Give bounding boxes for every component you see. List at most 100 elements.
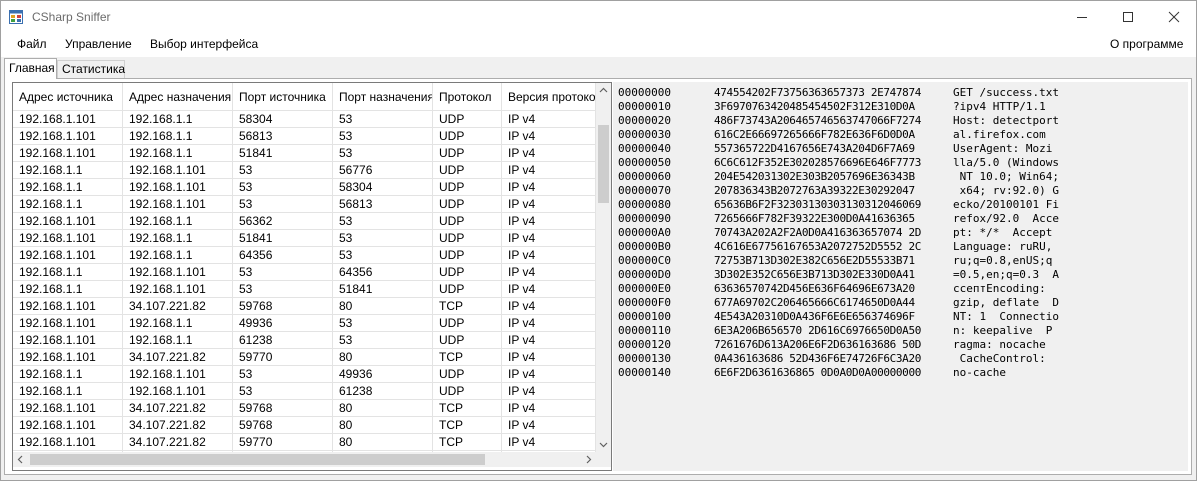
hex-offset: 000000E0 — [618, 282, 671, 295]
horizontal-scrollbar[interactable] — [13, 452, 596, 467]
column-header[interactable]: Адрес назначения — [123, 83, 233, 111]
table-cell: 192.168.1.101 — [123, 162, 233, 179]
table-row[interactable]: 192.168.1.1 192.168.1.101 53 61238 UDP IP v4 — [13, 383, 596, 400]
hex-dump-view[interactable]: 00000000 474554202F73756363657373 2E74787… — [613, 82, 1188, 471]
hex-offset: 00000130 — [618, 352, 671, 365]
table-cell: 34.107.221.82 — [123, 298, 233, 315]
minimize-button[interactable] — [1059, 1, 1105, 33]
table-cell: 34.107.221.82 — [123, 349, 233, 366]
packet-grid[interactable]: Адрес источника Адрес назначения Порт исто… — [12, 82, 612, 471]
table-cell: UDP — [433, 332, 502, 349]
hex-bytes: 6E6F2D6361636865 0D0A0D0A00000000 — [714, 366, 921, 379]
scroll-left-icon[interactable] — [17, 455, 23, 464]
table-row[interactable]: 192.168.1.10134.107.221.825977080TCPIP v… — [13, 349, 596, 366]
table-row[interactable]: 192.168.1.1 192.168.1.101 53 56813 UDP IP v4 — [13, 196, 596, 213]
column-header[interactable]: Протокол — [433, 83, 502, 111]
vertical-scroll-thumb[interactable] — [598, 125, 609, 203]
table-row[interactable]: 192.168.1.101 192.168.1.1 51841 53 UDP IP v4 — [13, 230, 596, 247]
table-cell: 53 — [233, 162, 333, 179]
hex-offset: 000000A0 — [618, 226, 671, 239]
hex-ascii: Language: ruRU, — [953, 240, 1053, 253]
table-cell: 49936 — [333, 366, 433, 383]
hex-offset: 00000070 — [618, 184, 671, 197]
table-cell: 59768 — [233, 417, 333, 434]
table-row[interactable]: 192.168.1.1 192.168.1.101 53 51841 UDP IP v4 — [13, 281, 596, 298]
table-cell: 51841 — [233, 145, 333, 162]
table-cell: UDP — [433, 264, 502, 281]
close-button[interactable] — [1151, 1, 1196, 33]
table-row[interactable]: 192.168.1.101 34.107.221.82 59768 80 TCP IP v… — [13, 400, 596, 417]
table-cell: UDP — [433, 179, 502, 196]
hex-bytes: 3F6970763420485454502F312E310D0A — [714, 100, 915, 113]
table-cell: UDP — [433, 213, 502, 230]
table-row[interactable]: 192.168.1.101 192.168.1.1 51841 53 UDP IP v4 — [13, 145, 596, 162]
table-cell: 192.168.1.1 — [123, 315, 233, 332]
table-row[interactable]: 192.168.1.10134.107.221.825977080TCPIP v… — [13, 434, 596, 451]
table-cell: 192.168.1.1 — [13, 264, 123, 281]
table-cell: 192.168.1.101 — [123, 281, 233, 298]
hex-ascii: CacheControl: — [953, 352, 1046, 365]
table-row[interactable]: 192.168.1.101 192.168.1.1 49936 53 UDP IP v4 — [13, 315, 596, 332]
menu-control[interactable]: Управление — [65, 37, 132, 51]
scroll-up-icon[interactable] — [599, 87, 608, 93]
table-row[interactable]: 192.168.1.101 192.168.1.1 61238 53 UDP IP v4 — [13, 332, 596, 349]
tab-main[interactable]: Главная — [4, 58, 57, 79]
menu-about[interactable]: О программе — [1110, 37, 1183, 51]
horizontal-scroll-thumb[interactable] — [30, 454, 485, 465]
hex-bytes: 4E543A20310D0A436F6E6E656374696F — [714, 310, 915, 323]
table-cell: 53 — [333, 247, 433, 264]
column-header[interactable]: Адрес источника — [13, 83, 123, 111]
table-row[interactable]: 192.168.1.101 192.168.1.1 56362 53 UDP IP v4 — [13, 213, 596, 230]
app-window: CSharp Sniffer Файл Управление Выбор инт… — [0, 0, 1197, 481]
tab-statistics[interactable]: Статистика — [57, 60, 125, 78]
hex-bytes: 63636570742D456E636F64696E673A20 — [714, 282, 915, 295]
vertical-scrollbar[interactable] — [596, 83, 611, 452]
table-cell: 192.168.1.101 — [123, 366, 233, 383]
table-cell: 34.107.221.82 — [123, 417, 233, 434]
table-row[interactable]: 192.168.1.1 192.168.1.101 53 58304 UDP IP v4 — [13, 179, 596, 196]
hex-ascii: al.firefox.com — [953, 128, 1046, 141]
table-cell: 53 — [333, 145, 433, 162]
menu-file[interactable]: Файл — [17, 37, 47, 51]
table-cell: 53 — [333, 213, 433, 230]
table-cell: 61238 — [333, 383, 433, 400]
table-cell: IP v4 — [502, 196, 596, 213]
table-cell: TCP — [433, 434, 502, 451]
table-cell: UDP — [433, 128, 502, 145]
table-row[interactable]: 192.168.1.101 34.107.221.82 59768 80 TCP IP v… — [13, 298, 596, 315]
table-cell: TCP — [433, 400, 502, 417]
column-header[interactable]: Порт источника — [233, 83, 333, 111]
scroll-right-icon[interactable] — [586, 455, 592, 464]
table-cell: 192.168.1.101 — [13, 111, 123, 128]
table-row[interactable]: 192.168.1.101 192.168.1.1 56813 53 UDP IP v4 — [13, 128, 596, 145]
table-cell: 53 — [333, 230, 433, 247]
table-cell: 56362 — [233, 213, 333, 230]
table-cell: 192.168.1.1 — [13, 196, 123, 213]
table-cell: IP v4 — [502, 366, 596, 383]
hex-ascii: ?ipv4 HTTP/1.1 — [953, 100, 1046, 113]
title-bar[interactable]: CSharp Sniffer — [1, 1, 1196, 33]
table-row[interactable]: 192.168.1.1 192.168.1.101 53 56776 UDP IP v4 — [13, 162, 596, 179]
minimize-icon — [1077, 17, 1087, 18]
table-row[interactable]: 192.168.1.101 192.168.1.1 64356 53 UDP IP v4 — [13, 247, 596, 264]
maximize-button[interactable] — [1105, 1, 1151, 33]
hex-ascii: NT 10.0; Win64; — [953, 170, 1059, 183]
table-row[interactable]: 192.168.1.1 192.168.1.101 53 49936 UDP IP v4 — [13, 366, 596, 383]
scroll-down-icon[interactable] — [599, 442, 608, 448]
table-row[interactable]: 192.168.1.101 34.107.221.82 59768 80 TCP IP v… — [13, 417, 596, 434]
menu-interface[interactable]: Выбор интерфейса — [150, 37, 258, 51]
column-header[interactable]: Версия протокола — [502, 83, 596, 111]
column-header[interactable]: Порт назначения — [333, 83, 433, 111]
hex-ascii: x64; rv:92.0) G — [953, 184, 1059, 197]
table-row[interactable]: 192.168.1.101 192.168.1.1 58304 53 UDP IP v4 — [13, 111, 596, 128]
table-cell: IP v4 — [502, 349, 596, 366]
table-cell: 192.168.1.1 — [13, 281, 123, 298]
hex-offset: 00000110 — [618, 324, 671, 337]
close-icon — [1168, 11, 1180, 23]
table-cell: 192.168.1.101 — [123, 196, 233, 213]
hex-ascii: gzip, deflate D — [953, 296, 1059, 309]
table-cell: 51841 — [233, 230, 333, 247]
table-cell: IP v4 — [502, 281, 596, 298]
table-row[interactable]: 192.168.1.1 192.168.1.101 53 64356 UDP IP v4 — [13, 264, 596, 281]
table-cell: 59768 — [233, 400, 333, 417]
